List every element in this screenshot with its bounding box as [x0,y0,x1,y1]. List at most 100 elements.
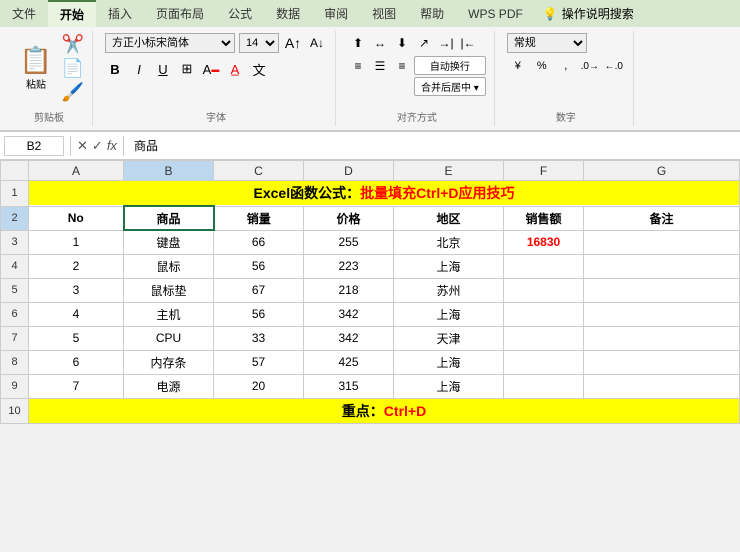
cut-button[interactable]: ✂️ [62,33,84,55]
copy-button[interactable]: 📄 [62,57,84,79]
row-num-3[interactable]: 3 [1,230,29,254]
cell-f2[interactable]: 销售额 [504,206,584,230]
col-header-b[interactable]: B [124,161,214,181]
tab-wpspdf[interactable]: WPS PDF [456,0,535,27]
align-top-button[interactable]: ⬆ [348,33,368,53]
cell-a4[interactable]: 2 [29,254,124,278]
cell-b4[interactable]: 鼠标 [124,254,214,278]
align-left-button[interactable]: ≡ [348,56,368,76]
cell-c8[interactable]: 57 [214,350,304,374]
cell-a2[interactable]: No [29,206,124,230]
paste-button[interactable]: 📋 粘贴 [14,43,58,93]
cell-b5[interactable]: 鼠标垫 [124,278,214,302]
font-size-select[interactable]: 14 [239,33,279,53]
cell-g3[interactable] [584,230,740,254]
cell-g5[interactable] [584,278,740,302]
cell-e7[interactable]: 天津 [394,326,504,350]
cell-g8[interactable] [584,350,740,374]
col-header-c[interactable]: C [214,161,304,181]
align-middle-button[interactable]: ↔ [370,33,390,53]
tab-formula[interactable]: 公式 [216,0,264,27]
cell-c3[interactable]: 66 [214,230,304,254]
row-num-6[interactable]: 6 [1,302,29,326]
cell-e2[interactable]: 地区 [394,206,504,230]
tab-data[interactable]: 数据 [264,0,312,27]
cell-g9[interactable] [584,374,740,398]
cancel-formula-icon[interactable]: ✕ [77,138,88,154]
align-right-button[interactable]: ≡ [392,56,412,76]
decrease-font-button[interactable]: A↓ [307,33,327,53]
cell-a9[interactable]: 7 [29,374,124,398]
decrease-decimal-button[interactable]: ←.0 [603,56,625,76]
row-num-4[interactable]: 4 [1,254,29,278]
cell-a6[interactable]: 4 [29,302,124,326]
cell-f3[interactable]: 16830 [504,230,584,254]
title-cell[interactable]: Excel函数公式：批量填充Ctrl+D应用技巧 [29,181,740,207]
percent-button[interactable]: % [531,56,553,76]
tab-insert[interactable]: 插入 [96,0,144,27]
cell-b2[interactable]: 商品 [124,206,214,230]
italic-button[interactable]: I [129,59,149,79]
cell-a7[interactable]: 5 [29,326,124,350]
merge-center-button[interactable]: 合并后居中 ▾ [414,77,486,96]
cell-e9[interactable]: 上海 [394,374,504,398]
cell-g4[interactable] [584,254,740,278]
row-num-2[interactable]: 2 [1,206,29,230]
row-num-5[interactable]: 5 [1,278,29,302]
cell-b7[interactable]: CPU [124,326,214,350]
cell-c7[interactable]: 33 [214,326,304,350]
row-num-1[interactable]: 1 [1,181,29,207]
cell-f4[interactable] [504,254,584,278]
wrap-text-button[interactable]: 自动换行 [414,56,486,75]
col-header-d[interactable]: D [304,161,394,181]
cell-b3[interactable]: 键盘 [124,230,214,254]
border-button[interactable]: ⊞ [177,59,197,79]
cell-e6[interactable]: 上海 [394,302,504,326]
formula-input[interactable]: 商品 [130,137,736,155]
text-angle-button[interactable]: ↗ [414,33,434,53]
cell-d7[interactable]: 342 [304,326,394,350]
special-char-button[interactable]: 文 [249,59,269,79]
cell-a5[interactable]: 3 [29,278,124,302]
cell-b8[interactable]: 内存条 [124,350,214,374]
cell-f9[interactable] [504,374,584,398]
tab-review[interactable]: 审阅 [312,0,360,27]
cell-d8[interactable]: 425 [304,350,394,374]
indent-decrease-button[interactable]: |← [458,33,478,53]
col-header-a[interactable]: A [29,161,124,181]
bottom-note-cell[interactable]: 重点：Ctrl+D [29,398,740,423]
tab-home[interactable]: 开始 [48,0,96,27]
cell-d5[interactable]: 218 [304,278,394,302]
cell-c4[interactable]: 56 [214,254,304,278]
indent-increase-button[interactable]: →| [436,33,456,53]
insert-function-icon[interactable]: fx [107,138,117,153]
cell-c9[interactable]: 20 [214,374,304,398]
cell-f8[interactable] [504,350,584,374]
cell-e4[interactable]: 上海 [394,254,504,278]
cell-d2[interactable]: 价格 [304,206,394,230]
number-format-select[interactable]: 常规 [507,33,587,53]
cell-d6[interactable]: 342 [304,302,394,326]
cell-a8[interactable]: 6 [29,350,124,374]
align-bottom-button[interactable]: ⬇ [392,33,412,53]
cell-c2[interactable]: 销量 [214,206,304,230]
cell-d9[interactable]: 315 [304,374,394,398]
row-num-9[interactable]: 9 [1,374,29,398]
cell-e8[interactable]: 上海 [394,350,504,374]
comma-button[interactable]: , [555,56,577,76]
cell-b9[interactable]: 电源 [124,374,214,398]
underline-button[interactable]: U [153,59,173,79]
col-header-g[interactable]: G [584,161,740,181]
cell-f6[interactable] [504,302,584,326]
cell-c6[interactable]: 56 [214,302,304,326]
increase-decimal-button[interactable]: .0→ [579,56,601,76]
cell-e3[interactable]: 北京 [394,230,504,254]
col-header-e[interactable]: E [394,161,504,181]
row-num-7[interactable]: 7 [1,326,29,350]
confirm-formula-icon[interactable]: ✓ [92,138,103,154]
align-center-button[interactable]: ☰ [370,56,390,76]
bold-button[interactable]: B [105,59,125,79]
font-name-select[interactable]: 方正小标宋简体 [105,33,235,53]
currency-button[interactable]: ¥ [507,56,529,76]
tab-help[interactable]: 帮助 [408,0,456,27]
